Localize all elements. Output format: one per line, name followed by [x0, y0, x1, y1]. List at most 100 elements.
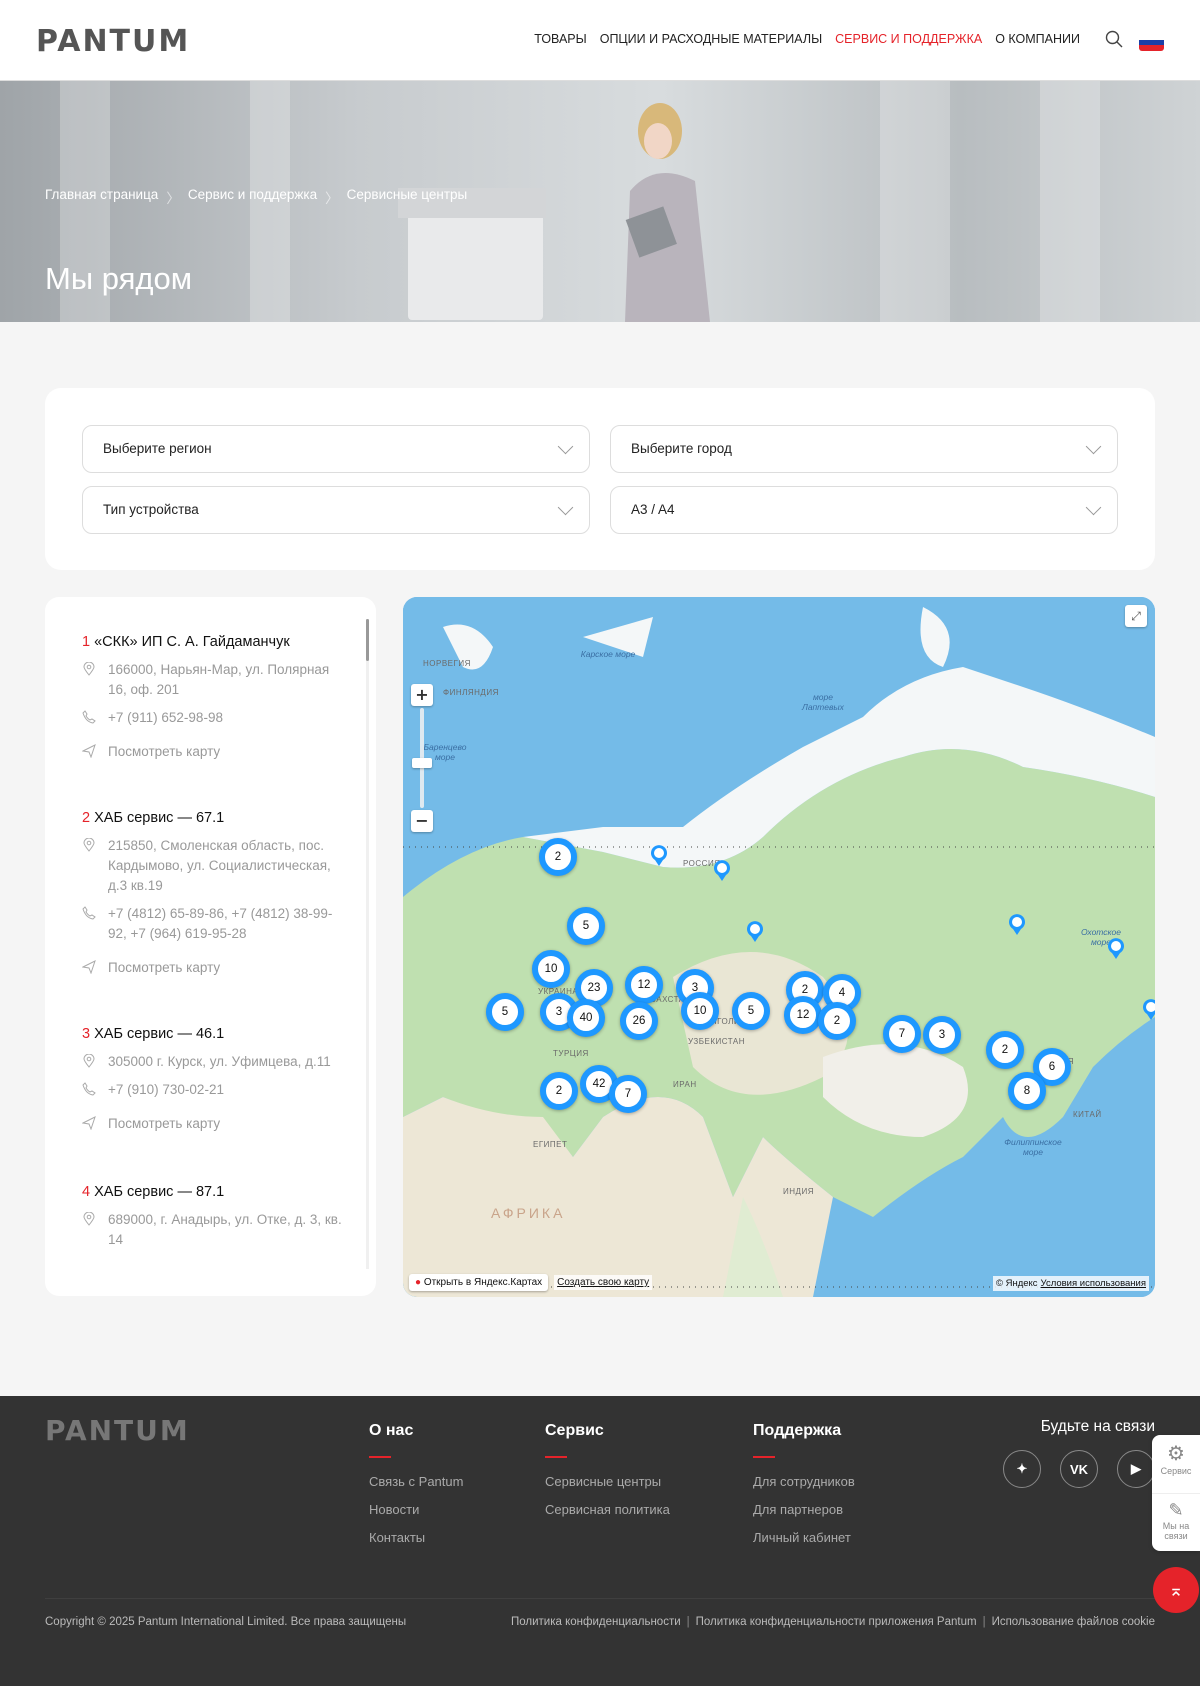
phone-row: +7 (910) 730-02-21: [82, 1080, 342, 1100]
device-type-label: Тип устройства: [103, 502, 199, 517]
cookie-link[interactable]: Использование файлов cookie: [992, 1616, 1155, 1628]
privacy-link[interactable]: Политика конфиденциальности: [511, 1616, 681, 1628]
map-bottom-bar: ● Открыть в Яндекс.Картах Создать свою к…: [409, 1274, 653, 1291]
gear-icon: ⚙: [1167, 1443, 1185, 1465]
search-icon[interactable]: [1105, 30, 1123, 48]
app-privacy-link[interactable]: Политика конфиденциальности приложения P…: [696, 1616, 977, 1628]
center-phone[interactable]: +7 (910) 730-02-21: [108, 1082, 224, 1097]
map-background: [403, 597, 1155, 1297]
map-pin-icon[interactable]: [713, 860, 731, 882]
nav-company[interactable]: О КОМПАНИИ: [995, 32, 1080, 46]
service-center-item[interactable]: 1 «СКК» ИП С. А. Гайдаманчук 166000, Нарь…: [82, 634, 342, 762]
service-center-item[interactable]: 2 ХАБ сервис — 67.1 215850, Смоленская об…: [82, 810, 342, 978]
zoom-slider[interactable]: [412, 708, 432, 808]
footer-link[interactable]: Для партнеров: [753, 1502, 855, 1517]
footer-link[interactable]: Сервисная политика: [545, 1502, 670, 1517]
map-cluster[interactable]: 12: [784, 996, 822, 1034]
region-select[interactable]: Выберите регион: [82, 425, 590, 473]
yandex-map[interactable]: Карское море море Лаптевых Баренцево море О…: [403, 597, 1155, 1297]
footer-link[interactable]: Новости: [369, 1502, 463, 1517]
center-phone[interactable]: +7 (4812) 65-89-86, +7 (4812) 38-99-92, …: [108, 906, 332, 941]
footer-link[interactable]: Контакты: [369, 1530, 463, 1545]
nav-options[interactable]: ОПЦИИ И РАСХОДНЫЕ МАТЕРИАЛЫ: [600, 32, 822, 46]
map-cluster[interactable]: 8: [1008, 1072, 1046, 1110]
zoom-slider-handle[interactable]: [412, 758, 432, 768]
service-widget-button[interactable]: ⚙ Сервис: [1152, 1435, 1200, 1493]
map-pin-icon[interactable]: [650, 845, 668, 867]
view-map-label: Посмотреть карту: [108, 744, 221, 759]
service-center-list[interactable]: 1 «СКК» ИП С. А. Гайдаманчук 166000, Нарь…: [45, 597, 376, 1296]
sparkle-social-icon[interactable]: ✦: [1003, 1450, 1041, 1488]
location-pin-icon: ●: [415, 1277, 422, 1288]
breadcrumb-service[interactable]: Сервис и поддержка: [188, 187, 317, 207]
map-cluster[interactable]: 2: [540, 1072, 578, 1110]
center-title: 3 ХАБ сервис — 46.1: [82, 1026, 342, 1042]
map-cluster[interactable]: 2: [986, 1031, 1024, 1069]
map-cluster[interactable]: 7: [609, 1075, 647, 1113]
create-map-link[interactable]: Создать свою карту: [554, 1275, 653, 1290]
map-cluster[interactable]: 2: [818, 1002, 856, 1040]
map-cluster[interactable]: 2: [539, 838, 577, 876]
page-title: Мы рядом: [45, 261, 193, 296]
fullscreen-icon[interactable]: ⤢: [1125, 605, 1147, 627]
view-map-link[interactable]: Посмотреть карту: [82, 742, 342, 762]
center-title: 4 ХАБ сервис — 87.1: [82, 1184, 342, 1200]
map-pin-icon[interactable]: [1107, 938, 1125, 960]
printer-image: [398, 188, 546, 320]
pantum-logo[interactable]: PANTUM: [36, 24, 190, 59]
map-cluster[interactable]: 12: [625, 966, 663, 1004]
footer-link[interactable]: Сервисные центры: [545, 1474, 670, 1489]
map-pin-icon[interactable]: [1008, 914, 1026, 936]
nav-service[interactable]: СЕРВИС И ПОДДЕРЖКА: [835, 32, 982, 46]
center-phone[interactable]: +7 (911) 652-98-98: [108, 710, 223, 725]
address-row: 305000 г. Курск, ул. Уфимцева, д.11: [82, 1052, 342, 1072]
map-cluster[interactable]: 26: [620, 1002, 658, 1040]
map-cluster[interactable]: 3: [923, 1016, 961, 1054]
city-select[interactable]: Выберите город: [610, 425, 1118, 473]
map-pin-icon[interactable]: [746, 921, 764, 943]
footer-link[interactable]: Связь с Pantum: [369, 1474, 463, 1489]
map-cluster[interactable]: 40: [567, 999, 605, 1037]
device-type-select[interactable]: Тип устройства: [82, 486, 590, 534]
center-title: 2 ХАБ сервис — 67.1: [82, 810, 342, 826]
map-cluster[interactable]: 7: [883, 1015, 921, 1053]
city-select-label: Выберите город: [631, 441, 732, 456]
view-map-link[interactable]: Посмотреть карту: [82, 1114, 342, 1134]
russian-flag-icon[interactable]: [1139, 34, 1164, 51]
map-cluster[interactable]: 5: [567, 907, 605, 945]
footer-link[interactable]: Для сотрудников: [753, 1474, 855, 1489]
service-center-item[interactable]: 3 ХАБ сервис — 46.1 305000 г. Курск, ул. …: [82, 1026, 342, 1134]
map-pin-icon[interactable]: [1142, 999, 1155, 1021]
center-number: 3: [82, 1026, 91, 1042]
format-select[interactable]: A3 / A4: [610, 486, 1118, 534]
main-nav: ТОВАРЫ ОПЦИИ И РАСХОДНЫЕ МАТЕРИАЛЫ СЕРВИ…: [534, 32, 1080, 46]
address-row: 215850, Смоленская область, пос. Кардымо…: [82, 836, 342, 896]
country-label: АФРИКА: [491, 1205, 566, 1221]
map-cluster[interactable]: 10: [532, 950, 570, 988]
country-label: ИНДИЯ: [783, 1187, 814, 1196]
service-center-item[interactable]: 4 ХАБ сервис — 87.1 689000, г. Анадырь, у…: [82, 1184, 342, 1250]
map-cluster[interactable]: 5: [732, 992, 770, 1030]
breadcrumb-home[interactable]: Главная страница: [45, 187, 158, 207]
chevron-down-icon: [557, 499, 574, 516]
map-cluster[interactable]: 5: [486, 993, 524, 1031]
footer-logo[interactable]: PANTUM: [45, 1414, 190, 1447]
address-row: 689000, г. Анадырь, ул. Отке, д. 3, кв. …: [82, 1210, 342, 1250]
footer-link[interactable]: Личный кабинет: [753, 1530, 855, 1545]
youtube-icon[interactable]: ▶: [1117, 1450, 1155, 1488]
zoom-in-button[interactable]: +: [411, 684, 433, 706]
vk-icon[interactable]: VK: [1060, 1450, 1098, 1488]
footer-heading: Поддержка: [753, 1422, 842, 1439]
terms-link[interactable]: Условия использования: [1041, 1278, 1146, 1289]
nav-products[interactable]: ТОВАРЫ: [534, 32, 586, 46]
open-in-yandex-button[interactable]: ● Открыть в Яндекс.Картах: [409, 1274, 549, 1291]
chevron-down-icon: [1085, 499, 1102, 516]
zoom-out-button[interactable]: −: [411, 810, 433, 832]
map-cluster[interactable]: 10: [681, 992, 719, 1030]
address-row: 166000, Нарьян-Мар, ул. Полярная 16, оф.…: [82, 660, 342, 700]
contact-widget-button[interactable]: ✎ Мы на связи: [1152, 1493, 1200, 1551]
chevron-down-icon: [557, 438, 574, 455]
view-map-link[interactable]: Посмотреть карту: [82, 958, 342, 978]
scrollbar[interactable]: [366, 619, 369, 661]
scroll-to-top-button[interactable]: ⌅: [1153, 1567, 1199, 1613]
